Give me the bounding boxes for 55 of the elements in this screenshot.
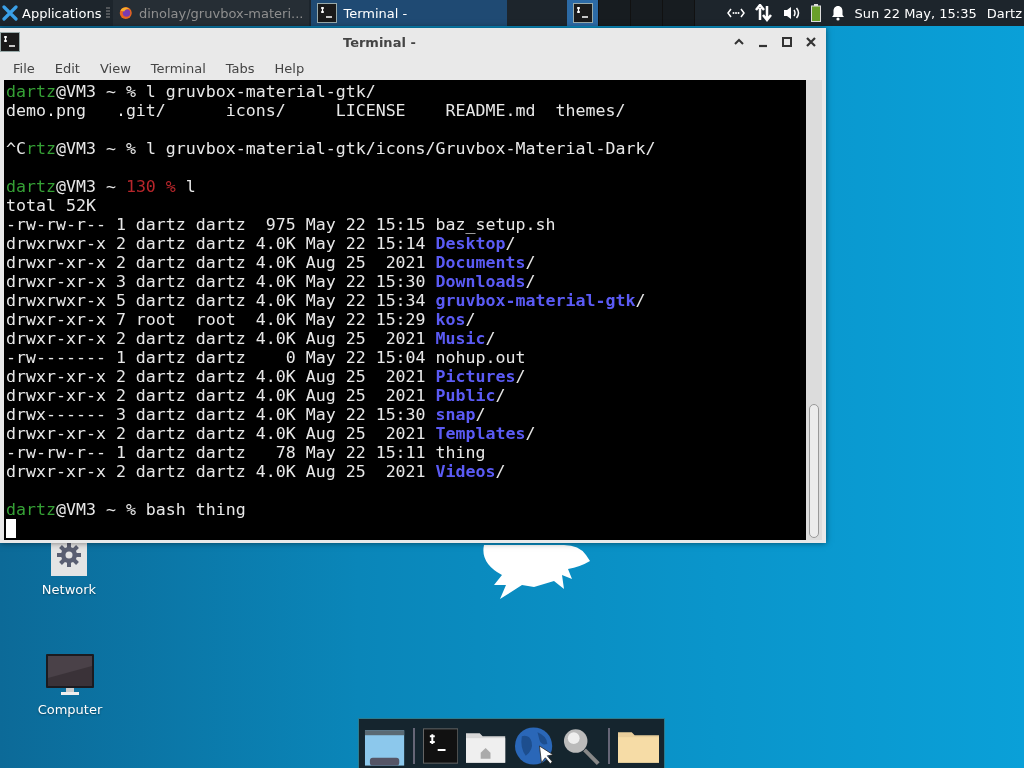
terminal-area[interactable]	[4, 80, 806, 540]
terminal-line: drwx------ 3 dartz dartz 4.0K May 22 15:30 snap/	[6, 405, 486, 424]
terminal-line: drwxr-xr-x 2 dartz dartz 4.0K Aug 25 2021 Documents/	[6, 253, 536, 272]
browser-icon	[119, 4, 133, 22]
menu-item[interactable]: Edit	[44, 60, 90, 76]
terminal-line: total 52K	[6, 196, 96, 215]
menu-item[interactable]: Help	[264, 60, 315, 76]
close-icon[interactable]	[804, 35, 818, 49]
terminal-line: drwxr-xr-x 2 dartz dartz 4.0K Aug 25 2021 Public/	[6, 386, 506, 405]
terminal-line: -rw------- 1 dartz dartz 0 May 22 15:04 nohup.out	[6, 348, 526, 367]
terminal-line: drwxrwxr-x 2 dartz dartz 4.0K May 22 15:14 Desktop/	[6, 234, 516, 253]
terminal-line: drwxr-xr-x 2 dartz dartz 4.0K Aug 25 2021 Templates/	[6, 424, 536, 443]
menu-item[interactable]: Tabs	[215, 60, 265, 76]
window-title: Terminal -	[343, 35, 416, 50]
terminal-line: dartz@VM3 ~ % bash thing	[6, 500, 246, 519]
scrollbar[interactable]	[806, 80, 822, 540]
transfer-arrows-icon[interactable]	[754, 4, 773, 22]
terminal-line: dartz@VM3 ~ % l gruvbox-material-gtk/	[6, 82, 376, 101]
taskbar-button[interactable]: Terminal -	[311, 0, 508, 26]
panel-handle-icon[interactable]	[106, 7, 111, 19]
notification-bell-icon[interactable]	[830, 5, 845, 21]
menu-item[interactable]: File	[3, 60, 45, 76]
terminal-line: ^C rtz@VM3 ~ % l gruvbox-material-gtk/icons/Gruvbox-Material-Dark/	[6, 139, 656, 158]
terminal-icon[interactable]	[0, 32, 20, 52]
applications-menu[interactable]: Applications	[0, 0, 104, 26]
xfce-logo-icon	[2, 5, 18, 21]
scrollbar-thumb[interactable]	[809, 404, 819, 538]
terminal-line: drwxr-xr-x 2 dartz dartz 4.0K Aug 25 2021 Music/	[6, 329, 496, 348]
terminal-line: dartz@VM3 ~ 130 % l	[6, 177, 196, 196]
globe-icon[interactable]	[513, 725, 553, 766]
workspace-button[interactable]	[567, 0, 600, 26]
clock[interactable]: Sun 22 May, 15:35	[854, 5, 977, 21]
battery-icon[interactable]	[810, 4, 821, 22]
maximize-icon[interactable]	[780, 35, 794, 49]
volume-icon[interactable]	[782, 5, 801, 21]
desktop-icon-label[interactable]: Network	[41, 582, 97, 597]
menu-item[interactable]: View	[89, 60, 141, 76]
desktop-icon-label[interactable]: Computer	[37, 702, 103, 717]
terminal-icon	[572, 3, 593, 23]
user-name[interactable]: Dartz	[986, 5, 1022, 21]
terminal-line: drwxr-xr-x 2 dartz dartz 4.0K Aug 25 2021 Videos/	[6, 462, 506, 481]
terminal-icon[interactable]	[423, 727, 459, 764]
terminal-line: drwxr-xr-x 3 dartz dartz 4.0K May 22 15:30 Downloads/	[6, 272, 536, 291]
terminal-line: drwxr-xr-x 7 root root 4.0K May 22 15:29 kos/	[6, 310, 476, 329]
terminal-line: -rw-rw-r-- 1 dartz dartz 78 May 22 15:11 thing	[6, 443, 486, 462]
network-icon[interactable]	[726, 7, 745, 19]
monitor-icon[interactable]	[46, 654, 94, 696]
terminal-line: demo.png .git/ icons/ LICENSE README.md themes/	[6, 101, 626, 120]
menu-item[interactable]: Terminal	[140, 60, 216, 76]
taskbar-button[interactable]: dinolay/gruvbox-materi...	[113, 0, 310, 26]
terminal-line: drwxr-xr-x 2 dartz dartz 4.0K Aug 25 2021 Pictures/	[6, 367, 526, 386]
gear-icon[interactable]	[51, 543, 87, 576]
terminal-icon	[317, 3, 338, 23]
terminal-line: -rw-rw-r-- 1 dartz dartz 975 May 22 15:15 baz_setup.sh	[6, 215, 556, 234]
terminal-line: drwxrwxr-x 5 dartz dartz 4.0K May 22 15:34 gruvbox-material-gtk/	[6, 291, 646, 310]
